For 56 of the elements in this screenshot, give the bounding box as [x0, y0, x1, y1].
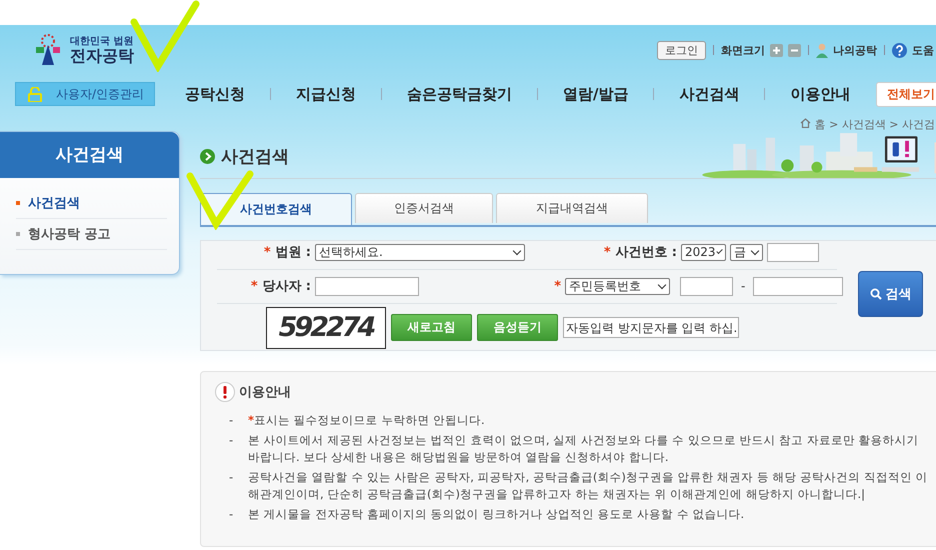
case-number-field[interactable] [767, 242, 819, 262]
case-type-select[interactable]: 금 [730, 244, 763, 260]
exclamation-icon [215, 382, 235, 402]
info-text: *표시는 필수정보이므로 누락하면 안됩니다. [247, 412, 486, 429]
info-title: 이용안내 [239, 384, 291, 401]
party-label: * 당사자 : [250, 278, 311, 295]
nav-menu-item[interactable]: 사건검색 [679, 84, 740, 104]
lock-icon [28, 86, 42, 102]
arrow-circle-icon [200, 149, 215, 164]
nav-menu-item[interactable]: 공탁신청 [185, 84, 245, 104]
case-number-label: * 사건번호 : [602, 244, 677, 261]
dash-separator: - [741, 279, 746, 293]
captcha-image: 592274 [266, 306, 386, 348]
sidebar-item[interactable]: 형사공탁 공고 [16, 219, 167, 250]
search-tab[interactable]: 지급내역검색 [496, 193, 648, 223]
my-page-link[interactable]: 나의공탁 [833, 42, 877, 58]
home-icon[interactable] [800, 118, 812, 128]
info-text: 본 사이트에서 제공된 사건정보는 법적인 효력이 없으며, 실제 사건정보와 다를 수 있으므로 반드시 참고 자료로만 활용하시기 바랍니다. 보다 상세한 내용은 해당법원을 방문하여 열람을 신청하셔야 합니다. [247, 432, 920, 466]
sidebar-title: 사건검색 [0, 132, 179, 178]
id-number-field[interactable] [680, 276, 733, 296]
breadcrumb: 홈 > 사건검색 > 사건검 [800, 117, 936, 132]
logo-subtitle: 대한민국 법원 [70, 36, 134, 47]
search-button[interactable]: 검색 [858, 270, 923, 316]
info-text: 본 게시물을 전자공탁 홈페이지의 동의없이 링크하거나 상업적인 용도로 사용할 수 없습니다. [247, 506, 746, 523]
nav-menu-item[interactable]: 열람/발급 [563, 84, 628, 104]
search-tab[interactable]: 사건번호검색 [200, 193, 352, 225]
info-text: 공탁사건을 열람할 수 있는 사람은 공탁자, 피공탁자, 공탁금출급(회수)청구권을 압류한 채권자 등 해당 공탁사건의 직접적인 이해관계인이며, 단순히 공탁금출급(회수)청구권을 압류하고자 하는 채권자는 위 이해관계인에 해당하지 아니합니다.| [247, 469, 928, 503]
search-icon [870, 288, 882, 300]
logo-title[interactable]: 전자공탁 [70, 46, 134, 64]
party-name-field[interactable] [315, 276, 419, 296]
help-link[interactable]: 도움 [912, 42, 934, 58]
nav-menu-item[interactable]: 이용안내 [790, 84, 850, 104]
court-select[interactable]: 선택하세요. [315, 244, 525, 260]
year-select[interactable]: 2023 [681, 244, 726, 260]
list-marker: - [228, 432, 234, 449]
court-label: * 법원 : [262, 244, 311, 261]
captcha-field[interactable]: 자동입력 방지문자를 입력 하십. [563, 317, 739, 338]
page-title: 사건검색 [221, 146, 289, 168]
person-icon [816, 42, 828, 58]
required-mark: * [553, 278, 561, 294]
view-all-button[interactable]: 전체보기 [876, 82, 936, 106]
sidebar-item[interactable]: 사건검색 [16, 188, 167, 219]
list-marker: - [228, 469, 234, 486]
user-auth-button[interactable]: 사용자/인증관리 [15, 82, 155, 106]
nav-menu-item[interactable]: 지급신청 [296, 84, 356, 104]
nav-menu-item[interactable]: 숨은공탁금찾기 [407, 84, 512, 104]
search-tab[interactable]: 인증서검색 [355, 193, 493, 223]
help-icon[interactable] [892, 42, 907, 58]
list-marker: - [228, 506, 234, 523]
id-number-field[interactable] [753, 276, 844, 296]
login-button[interactable]: 로그인 [657, 40, 706, 60]
id-type-select[interactable]: 주민등록번호 [565, 278, 670, 294]
list-marker: - [228, 412, 234, 429]
zoom-in-icon[interactable] [770, 44, 783, 56]
font-size-label: 화면크기 [721, 42, 765, 58]
zoom-out-icon[interactable] [788, 44, 801, 56]
